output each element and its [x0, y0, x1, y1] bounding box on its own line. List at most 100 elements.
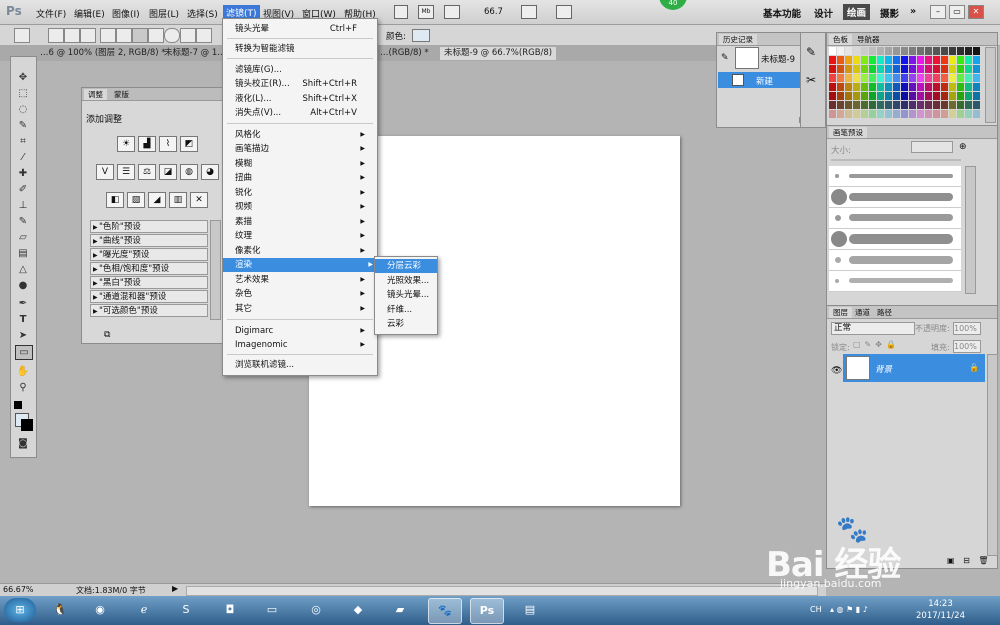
brush-size-field[interactable] [911, 141, 953, 153]
swatch[interactable] [933, 92, 940, 100]
crop-tool-icon[interactable]: ⌗ [15, 135, 31, 148]
swatch[interactable] [845, 110, 852, 118]
restore-icon[interactable]: ▭ [949, 5, 965, 19]
swatch[interactable] [853, 56, 860, 64]
tray-language[interactable]: CH [810, 605, 822, 614]
levels-icon[interactable]: ▟ [138, 136, 156, 152]
swatch[interactable] [949, 65, 956, 73]
preset-channel-mixer[interactable]: "通道混和器"预设 [90, 290, 208, 304]
invert-icon[interactable]: ◧ [106, 192, 124, 208]
swatch[interactable] [957, 56, 964, 64]
swatch[interactable] [893, 101, 900, 109]
swatch[interactable] [957, 101, 964, 109]
tray-clock[interactable]: 14:23 2017/11/24 [916, 598, 965, 622]
swatch[interactable] [941, 47, 948, 55]
tab-navigator[interactable]: 导航器 [853, 34, 884, 45]
rectangle-shape-icon[interactable] [132, 28, 148, 43]
swatch-grid[interactable] [829, 47, 981, 121]
swatch[interactable] [973, 92, 980, 100]
paths-icon[interactable] [64, 28, 80, 43]
swatch[interactable] [957, 83, 964, 91]
swatch[interactable] [885, 101, 892, 109]
swatch[interactable] [829, 83, 836, 91]
swatch[interactable] [941, 74, 948, 82]
swatch[interactable] [973, 110, 980, 118]
gradient-map-icon[interactable]: ▥ [169, 192, 187, 208]
swatch[interactable] [845, 74, 852, 82]
color-balance-icon[interactable]: ⚖ [138, 164, 156, 180]
tab-paths[interactable]: 路径 [873, 307, 896, 318]
tab-channels[interactable]: 通道 [851, 307, 874, 318]
doc-tab-7[interactable]: 未标题-7 @ 1… [160, 47, 230, 60]
preset-hue-sat[interactable]: "色相/饱和度"预设 [90, 262, 208, 276]
menu-layer[interactable]: 图层(L) [149, 7, 179, 20]
swatch[interactable] [861, 65, 868, 73]
hand-tool-icon[interactable]: ✋ [15, 365, 31, 378]
ellipse-icon[interactable] [164, 28, 180, 43]
swatch[interactable] [965, 56, 972, 64]
swatch[interactable] [869, 65, 876, 73]
swatches-scrollbar[interactable] [985, 47, 996, 123]
preset-selective-color[interactable]: "可选颜色"预设 [90, 304, 208, 318]
workspace-essentials[interactable]: 基本功能 [763, 6, 801, 20]
filter-brush-strokes[interactable]: 画笔描边 ▶ [235, 142, 369, 156]
swatch[interactable] [973, 65, 980, 73]
swatch[interactable] [829, 110, 836, 118]
background-color[interactable] [21, 419, 33, 431]
swatch[interactable] [893, 83, 900, 91]
swatch[interactable] [877, 101, 884, 109]
filter-digimarc[interactable]: Digimarc ▶ [235, 324, 369, 338]
tray-icons[interactable]: ▴ ◍ ⚑ ▮ ♪ [830, 605, 868, 614]
swatch[interactable] [901, 101, 908, 109]
doc-tab-6[interactable]: …6 @ 100% (图层 2, RGB/8) * [36, 47, 170, 60]
swatch[interactable] [829, 74, 836, 82]
swatch[interactable] [941, 92, 948, 100]
filter-lens-correction[interactable]: 镜头校正(R)... Shift+Ctrl+R [235, 77, 369, 91]
rectangle-tool-icon[interactable]: ▭ [15, 345, 33, 360]
opacity-field[interactable]: 100% [953, 322, 981, 335]
swatch[interactable] [837, 74, 844, 82]
history-step-new[interactable]: 新建 [718, 72, 800, 88]
swatch[interactable] [893, 47, 900, 55]
swatch[interactable] [949, 101, 956, 109]
swatch[interactable] [861, 74, 868, 82]
swatch[interactable] [861, 47, 868, 55]
swatch[interactable] [861, 56, 868, 64]
swatch[interactable] [941, 56, 948, 64]
status-arrow-icon[interactable]: ▶ [172, 584, 178, 593]
brush-preset-row[interactable] [829, 187, 961, 208]
swatch[interactable] [917, 83, 924, 91]
swatch[interactable] [877, 92, 884, 100]
photo-filter-icon[interactable]: ◍ [180, 164, 198, 180]
posterize-icon[interactable]: ▧ [127, 192, 145, 208]
swatch[interactable] [829, 56, 836, 64]
swatch[interactable] [845, 83, 852, 91]
pen-tool-icon[interactable]: ✒ [15, 297, 31, 310]
swatch[interactable] [853, 101, 860, 109]
swatch[interactable] [901, 110, 908, 118]
swatch[interactable] [845, 92, 852, 100]
snapshot-brush-icon[interactable]: ✎ [721, 53, 729, 63]
clone-stamp-icon[interactable]: ⊥ [15, 199, 31, 212]
filter-pixelate[interactable]: 像素化 ▶ [235, 244, 369, 258]
preset-levels[interactable]: "色阶"预设 [90, 220, 208, 234]
swatch[interactable] [949, 47, 956, 55]
filter-artistic[interactable]: 艺术效果 ▶ [235, 273, 369, 287]
swatch[interactable] [909, 92, 916, 100]
menu-file[interactable]: 文件(F) [36, 7, 66, 20]
swatch[interactable] [869, 56, 876, 64]
swatch[interactable] [909, 65, 916, 73]
render-lighting-effects[interactable]: 光照效果... [375, 274, 437, 288]
swatch[interactable] [949, 74, 956, 82]
swatch[interactable] [885, 110, 892, 118]
threshold-icon[interactable]: ◢ [148, 192, 166, 208]
preset-black-white[interactable]: "黑白"预设 [90, 276, 208, 290]
render-fibers[interactable]: 纤维... [375, 303, 437, 317]
swatch[interactable] [973, 101, 980, 109]
freeform-pen-icon[interactable] [116, 28, 132, 43]
black-white-icon[interactable]: ◪ [159, 164, 177, 180]
menu-select[interactable]: 选择(S) [187, 7, 218, 20]
filter-texture[interactable]: 纹理 ▶ [235, 229, 369, 243]
hue-sat-icon[interactable]: ☰ [117, 164, 135, 180]
filter-last-lens-flare[interactable]: 镜头光晕 Ctrl+F [235, 22, 369, 36]
